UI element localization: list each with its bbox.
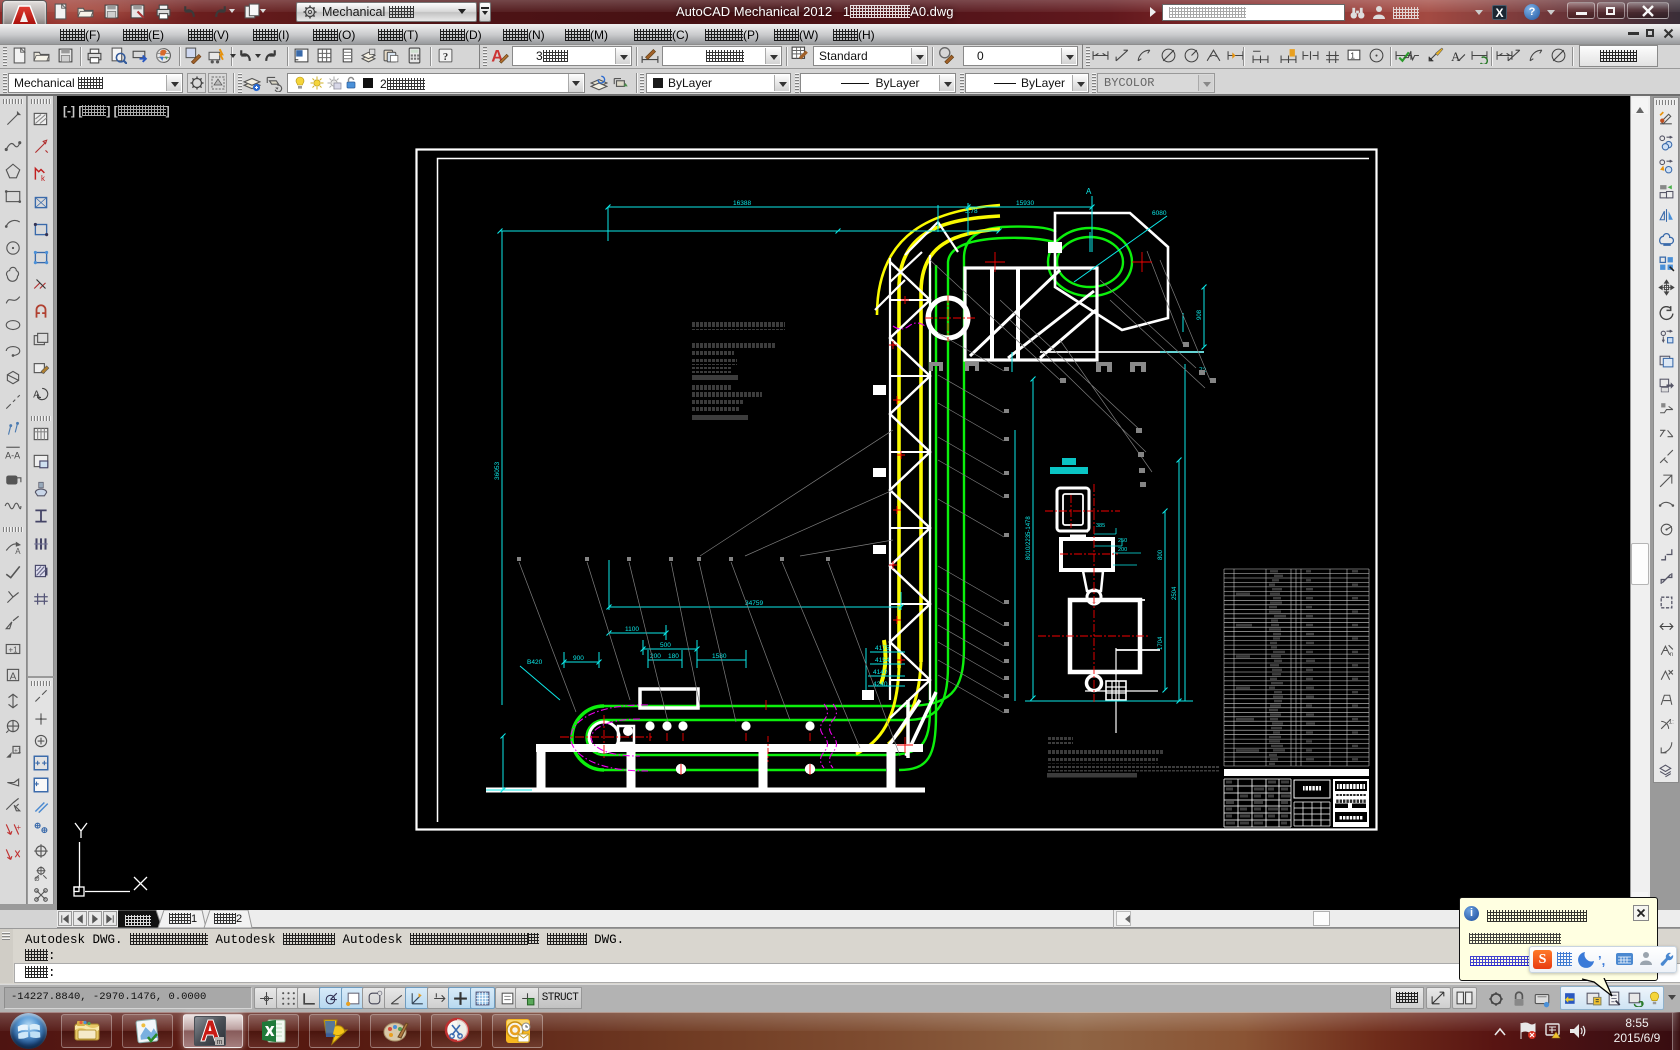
svg-text:1:: 1: — [1669, 719, 1675, 726]
svg-text:16388: 16388 — [733, 200, 751, 207]
svg-text:1580: 1580 — [712, 653, 727, 660]
svg-text:180: 180 — [668, 653, 679, 660]
svg-text:3.78: 3.78 — [965, 208, 978, 215]
svg-text:A: A — [15, 547, 21, 555]
svg-text:1704: 1704 — [1158, 636, 1164, 650]
svg-text:900: 900 — [573, 655, 584, 662]
svg-text:250: 250 — [1118, 538, 1127, 544]
svg-text:800: 800 — [1158, 549, 1164, 560]
svg-text:4154: 4154 — [875, 657, 890, 664]
svg-text:1100: 1100 — [625, 626, 639, 633]
svg-text:n: n — [1670, 651, 1674, 658]
svg-text:2504: 2504 — [1172, 586, 1178, 600]
svg-text:+: + — [16, 823, 21, 832]
svg-text:500: 500 — [660, 642, 671, 649]
svg-text:A: A — [1086, 187, 1092, 196]
svg-text:A: A — [10, 671, 17, 682]
svg-text:8010/2235-1478: 8010/2235-1478 — [1026, 516, 1032, 560]
svg-text:15930: 15930 — [1016, 200, 1034, 207]
svg-text:+1: +1 — [9, 645, 18, 654]
svg-text:4240: 4240 — [873, 681, 888, 688]
svg-text:A: A — [1451, 50, 1461, 64]
svg-text:m: m — [217, 1039, 223, 1046]
svg-text:908: 908 — [1197, 309, 1203, 320]
svg-text:A-A: A-A — [5, 451, 20, 461]
svg-text:385: 385 — [1096, 523, 1105, 529]
svg-text:36053: 36053 — [494, 462, 501, 480]
svg-text:1: 1 — [1350, 51, 1355, 61]
svg-text:6080: 6080 — [1152, 210, 1167, 217]
svg-text:B420: B420 — [527, 659, 543, 666]
svg-text:+1: +1 — [14, 748, 22, 755]
svg-text:?: ? — [443, 52, 448, 63]
svg-text:!: ! — [1558, 1035, 1559, 1041]
svg-text:4175: 4175 — [875, 645, 890, 652]
svg-text:200: 200 — [1118, 547, 1127, 553]
svg-text:4140: 4140 — [873, 669, 888, 676]
svg-text:k: k — [41, 174, 45, 183]
svg-text:Ø: Ø — [34, 876, 40, 882]
